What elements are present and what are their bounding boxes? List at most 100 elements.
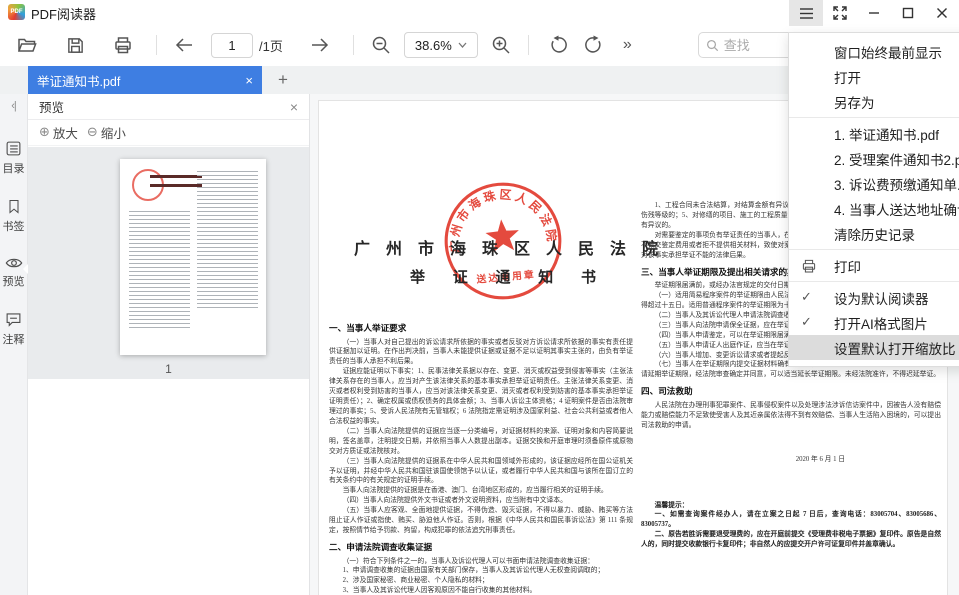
- menu-item-label: 窗口始终最前显示: [834, 42, 942, 62]
- page-total-label: /1页: [259, 36, 283, 55]
- prev-page-button[interactable]: [173, 34, 195, 56]
- window-controls: [789, 0, 959, 26]
- document-paragraph: 二、原告若胜诉需要退受理费的，应在开庭前提交《受理费非税电子票据》复印件。原告是…: [641, 530, 941, 550]
- rotate-left-button[interactable]: [547, 34, 569, 56]
- thumb-zoom-out-icon[interactable]: ⊖: [87, 125, 98, 140]
- tab-document[interactable]: 举证通知书.pdf ×: [28, 66, 262, 94]
- thumb-zoom-in-button[interactable]: 放大: [53, 123, 78, 142]
- folder-open-icon: [17, 35, 37, 55]
- rotate-right-button[interactable]: [583, 34, 605, 56]
- close-icon: [936, 7, 948, 19]
- menu-item[interactable]: 清除历史记录: [789, 221, 959, 246]
- menu-item-label: 4. 当事人送达地址确认书: [834, 199, 959, 219]
- menu-item-label: 打开AI格式图片: [834, 313, 928, 333]
- zoom-out-button[interactable]: [370, 34, 392, 56]
- magnifier-plus-icon: [491, 35, 511, 55]
- sidebar-item-bookmarks[interactable]: 书签: [0, 198, 27, 234]
- toc-icon: [5, 140, 22, 157]
- arrow-left-icon: [174, 37, 194, 53]
- preview-panel-title: 预览: [39, 97, 64, 116]
- toolbar-divider: [353, 35, 354, 55]
- menu-item-label: 3. 诉讼费预缴通知单.pdf: [834, 174, 959, 194]
- document-paragraph: （一）当事人对自己提出的诉讼请求所依据的事实或者反驳对方诉讼请求所依据的事实有责…: [329, 338, 633, 368]
- menu-item[interactable]: 另存为: [789, 89, 959, 114]
- document-paragraph: 2、涉及国家秘密、商业秘密、个人隐私的材料；: [329, 576, 633, 586]
- minimize-button[interactable]: [857, 0, 891, 26]
- menu-item[interactable]: 设置默认打开缩放比: [789, 335, 959, 360]
- document-column-left: 一、当事人举证要求（一）当事人对自己提出的诉讼请求所依据的事实或者反驳对方诉讼请…: [329, 317, 633, 595]
- document-title: 广 州 市 海 珠 区 人 民 法 院 举 证 通 知 书: [344, 235, 674, 287]
- menu-item-label: 1. 举证通知书.pdf: [834, 124, 939, 144]
- rotate-cw-icon: [584, 35, 604, 55]
- menu-item[interactable]: 4. 当事人送达地址确认书: [789, 196, 959, 221]
- document-paragraph: 证据应能证明以下事实：1、民事法律关系据以存在、变更、消灭或权益受到侵害等事实（…: [329, 367, 633, 427]
- menu-item[interactable]: ✓ 设为默认阅读器: [789, 285, 959, 310]
- menu-item-label: 设为默认阅读器: [834, 288, 929, 308]
- tab-close-icon[interactable]: ×: [245, 73, 253, 88]
- page-number-input[interactable]: [211, 33, 253, 58]
- comment-icon: [5, 311, 22, 328]
- sidebar: ‹| 目录 书签 预览 注释: [0, 94, 28, 595]
- sidebar-item-toc[interactable]: 目录: [0, 140, 27, 176]
- open-file-button[interactable]: [16, 34, 38, 56]
- maximize-button[interactable]: [891, 0, 925, 26]
- thumbnail-text-lines: [129, 211, 190, 329]
- menu-item[interactable]: 打印: [789, 253, 959, 278]
- menu-item-label: 打印: [834, 256, 861, 276]
- document-paragraph: 一、如需查询案件经办人，请在立案之日起 7 日后，查询电话：83005704、8…: [641, 510, 941, 530]
- document-paragraph: 四、司法救助: [641, 385, 941, 398]
- menu-item[interactable]: ✓ 打开AI格式图片: [789, 310, 959, 335]
- print-button[interactable]: [112, 34, 134, 56]
- document-paragraph: 1、申请调查收集的证据由国家有关部门保存，当事人及其诉讼代理人无权查阅调取的；: [329, 566, 633, 576]
- menu-item[interactable]: 打开: [789, 64, 959, 89]
- chevron-down-icon: [458, 42, 467, 48]
- zoom-level-select[interactable]: 38.6%: [404, 32, 478, 58]
- menu-item: [789, 117, 959, 118]
- menu-hamburger-button[interactable]: [789, 0, 823, 26]
- sidebar-collapse-button[interactable]: ‹|: [0, 94, 27, 118]
- document-paragraph: 人民法院在办理刑事犯罪案件、民事侵权案件以及处理涉法涉诉信访案件中，因被告人没有…: [641, 401, 941, 431]
- zoom-in-button[interactable]: [490, 34, 512, 56]
- more-tools-button[interactable]: »: [623, 36, 632, 54]
- document-paragraph: （三）当事人向法院提供的证据系在中华人民共和国领域外形成的，该证据应经所在国公证…: [329, 457, 633, 487]
- new-tab-button[interactable]: +: [272, 69, 294, 91]
- thumbnail-page-number: 1: [28, 362, 309, 376]
- zoom-value: 38.6%: [415, 38, 452, 53]
- notice-title: 举 证 通 知 书: [344, 266, 674, 287]
- menu-item-label: 打开: [834, 67, 861, 87]
- menu-item-label: 清除历史记录: [834, 224, 915, 244]
- menu-item-label: 设置默认打开缩放比: [834, 338, 956, 358]
- search-icon: [706, 39, 719, 52]
- menu-item-label: 另存为: [834, 92, 875, 112]
- thumb-zoom-in-icon[interactable]: ⊕: [39, 125, 50, 140]
- thumbnail-title-lines: [150, 175, 202, 187]
- check-icon: ✓: [801, 290, 821, 305]
- sidebar-item-label: 注释: [3, 331, 25, 347]
- document-paragraph: 二、申请法院调查收集证据: [329, 541, 633, 554]
- thumb-zoom-out-button[interactable]: 缩小: [101, 123, 126, 142]
- page-thumbnail[interactable]: [120, 159, 266, 355]
- menu-item[interactable]: 2. 受理案件通知书2.pdf: [789, 146, 959, 171]
- menu-item-label: 2. 受理案件通知书2.pdf: [834, 149, 959, 169]
- fullscreen-button[interactable]: [823, 0, 857, 26]
- close-button[interactable]: [925, 0, 959, 26]
- sidebar-item-annotations[interactable]: 注释: [0, 311, 27, 347]
- sidebar-item-label: 预览: [3, 273, 25, 289]
- magnifier-minus-icon: [371, 35, 391, 55]
- save-button[interactable]: [64, 34, 86, 56]
- next-page-button[interactable]: [309, 34, 331, 56]
- bookmark-icon: [6, 198, 22, 215]
- document-paragraph: 3、当事人及其诉讼代理人因客观原因不能自行收集的其他材料。: [329, 586, 633, 595]
- save-icon: [66, 36, 85, 55]
- document-paragraph: 温馨提示：: [641, 501, 941, 511]
- menu-item[interactable]: 窗口始终最前显示: [789, 39, 959, 64]
- menu-item[interactable]: 1. 举证通知书.pdf: [789, 121, 959, 146]
- menu-item[interactable]: 3. 诉讼费预缴通知单.pdf: [789, 171, 959, 196]
- rotate-ccw-icon: [548, 35, 568, 55]
- sidebar-item-preview[interactable]: 预览: [0, 256, 27, 289]
- document-paragraph: （四）当事人向法院提供外文书证或者外文说明资料，应当附有中文译本。: [329, 496, 633, 506]
- check-icon: ✓: [801, 315, 821, 330]
- preview-close-icon[interactable]: ×: [290, 99, 298, 115]
- app-logo-icon: PDF: [8, 4, 25, 20]
- printer-icon: [801, 258, 821, 274]
